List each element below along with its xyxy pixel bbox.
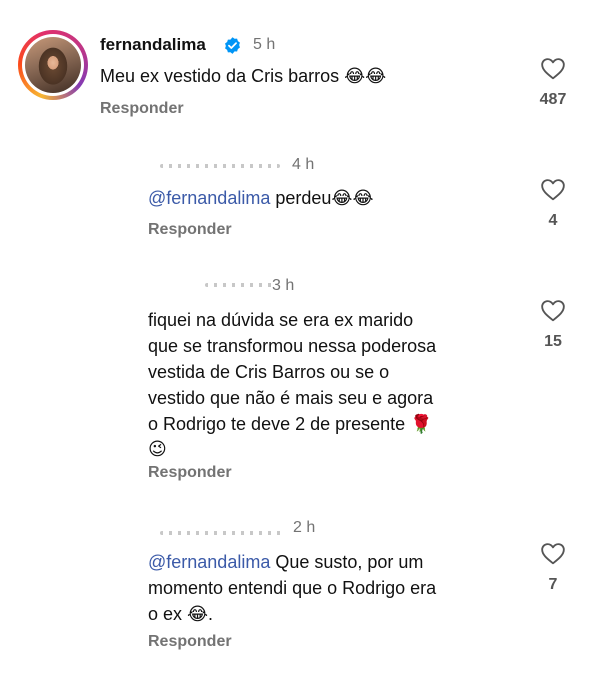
redacted-username: [205, 283, 275, 287]
comment-line: que se transformou nessa poderosa: [148, 336, 437, 356]
comment-time: 4 h: [292, 156, 315, 173]
like-count: 15: [544, 333, 562, 350]
comment-time: 2 h: [293, 519, 316, 536]
reply-button[interactable]: Responder: [148, 464, 232, 482]
mention-link[interactable]: @fernandalima: [148, 188, 270, 208]
like-count: 4: [548, 212, 558, 229]
comment-text: fiquei na dúvida se era ex marido que se…: [148, 307, 436, 463]
comment-line: Que susto, por um: [270, 552, 424, 572]
mention-link[interactable]: @fernandalima: [148, 552, 270, 572]
comment-line: momento entendi que o Rodrigo era: [148, 578, 437, 598]
comment-text: @fernandalima Que susto, por um momento …: [148, 549, 436, 627]
verified-badge-icon: [225, 37, 240, 54]
comment-line: fiquei na dúvida se era ex marido: [148, 310, 414, 330]
comment-time: 3 h: [272, 277, 295, 294]
comment-line: 😉: [148, 439, 167, 460]
avatar-photo: [25, 37, 81, 93]
heart-outline-icon[interactable]: [540, 177, 566, 201]
heart-outline-icon[interactable]: [540, 298, 566, 322]
avatar[interactable]: [18, 30, 88, 100]
reply-button[interactable]: Responder: [100, 100, 184, 118]
comment-body: perdeu: [270, 188, 332, 208]
heart-outline-icon[interactable]: [540, 56, 566, 80]
avatar-border: [22, 34, 84, 96]
redacted-username: [160, 164, 280, 168]
comment-text: @fernandalima perdeu😂😂: [148, 185, 373, 212]
username[interactable]: fernandalima: [100, 35, 206, 55]
comment-line: o Rodrigo te deve 2 de presente 🌹: [148, 414, 433, 434]
heart-outline-icon[interactable]: [540, 541, 566, 565]
comment-line: vestida de Cris Barros ou se o: [148, 362, 390, 382]
like-count: 487: [539, 91, 567, 108]
redacted-username: [160, 531, 285, 535]
reply-button[interactable]: Responder: [148, 633, 232, 651]
comment-body: Meu ex vestido da Cris barros: [100, 66, 340, 86]
comment-emoji: 😂😂: [331, 188, 374, 209]
comment-time: 5 h: [253, 36, 276, 53]
reply-button[interactable]: Responder: [148, 221, 232, 239]
like-count: 7: [548, 576, 558, 593]
comment-text: Meu ex vestido da Cris barros 😂😂: [100, 63, 386, 90]
comment-line: o ex 😂.: [148, 604, 214, 624]
comment-line: vestido que não é mais seu e agora: [148, 388, 434, 408]
comment-emoji: 😂😂: [344, 66, 387, 87]
